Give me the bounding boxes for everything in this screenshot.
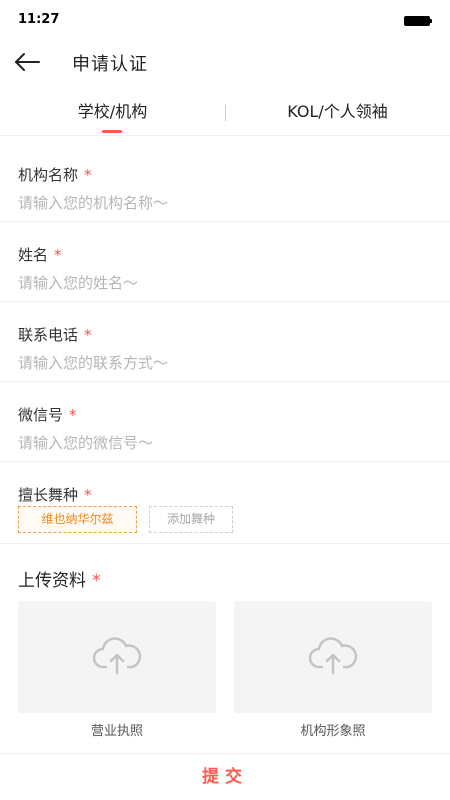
back-button[interactable] (12, 48, 46, 78)
field-label: 姓名 (18, 246, 49, 264)
field-name: 姓名 * (0, 222, 450, 302)
required-mark: * (84, 166, 92, 184)
field-wechat: 微信号 * (0, 382, 450, 462)
battery-icon (404, 16, 432, 26)
field-institution-name: 机构名称 * (0, 142, 450, 222)
required-mark: * (84, 326, 92, 344)
upload-caption-institution-photo: 机构形象照 (300, 724, 366, 739)
field-label: 机构名称 (18, 166, 79, 184)
status-time: 11:27 (18, 12, 60, 27)
required-mark: * (69, 406, 77, 424)
wechat-input[interactable] (18, 432, 418, 454)
upload-business-license[interactable] (18, 601, 216, 713)
name-input[interactable] (18, 272, 418, 294)
field-label: 微信号 (18, 406, 64, 424)
upload-institution-photo[interactable] (234, 601, 432, 713)
cloud-upload-icon (308, 637, 358, 675)
dance-chip-selected[interactable]: 维也纳华尔兹 (18, 506, 137, 533)
field-dance-style: 擅长舞种 * 维也纳华尔兹 添加舞种 (0, 462, 450, 544)
upload-caption-business-license: 营业执照 (90, 724, 143, 739)
nav-bar: 申请认证 (0, 40, 450, 86)
active-tab-indicator (102, 130, 122, 133)
tab-label: KOL/个人领袖 (287, 102, 388, 121)
upload-section-title: 上传资料 * (18, 571, 101, 591)
cloud-upload-icon (92, 637, 142, 675)
institution-name-input[interactable] (18, 192, 418, 214)
field-phone: 联系电话 * (0, 302, 450, 382)
field-label: 联系电话 (18, 326, 79, 344)
add-dance-button[interactable]: 添加舞种 (149, 506, 233, 533)
tab-bar: 学校/机构 KOL/个人领袖 (0, 90, 450, 136)
required-mark: * (84, 486, 92, 504)
tab-kol-individual[interactable]: KOL/个人领袖 (225, 90, 450, 136)
tab-label: 学校/机构 (77, 102, 148, 121)
status-bar: 11:27 (0, 0, 450, 40)
back-arrow-icon (15, 53, 40, 71)
required-mark: * (54, 246, 62, 264)
page-title: 申请认证 (72, 54, 148, 75)
phone-input[interactable] (18, 352, 418, 374)
required-mark: * (92, 571, 101, 591)
field-label: 擅长舞种 (18, 486, 79, 504)
bottom-bar: 提交 (0, 753, 450, 800)
submit-button[interactable]: 提交 (0, 754, 450, 800)
